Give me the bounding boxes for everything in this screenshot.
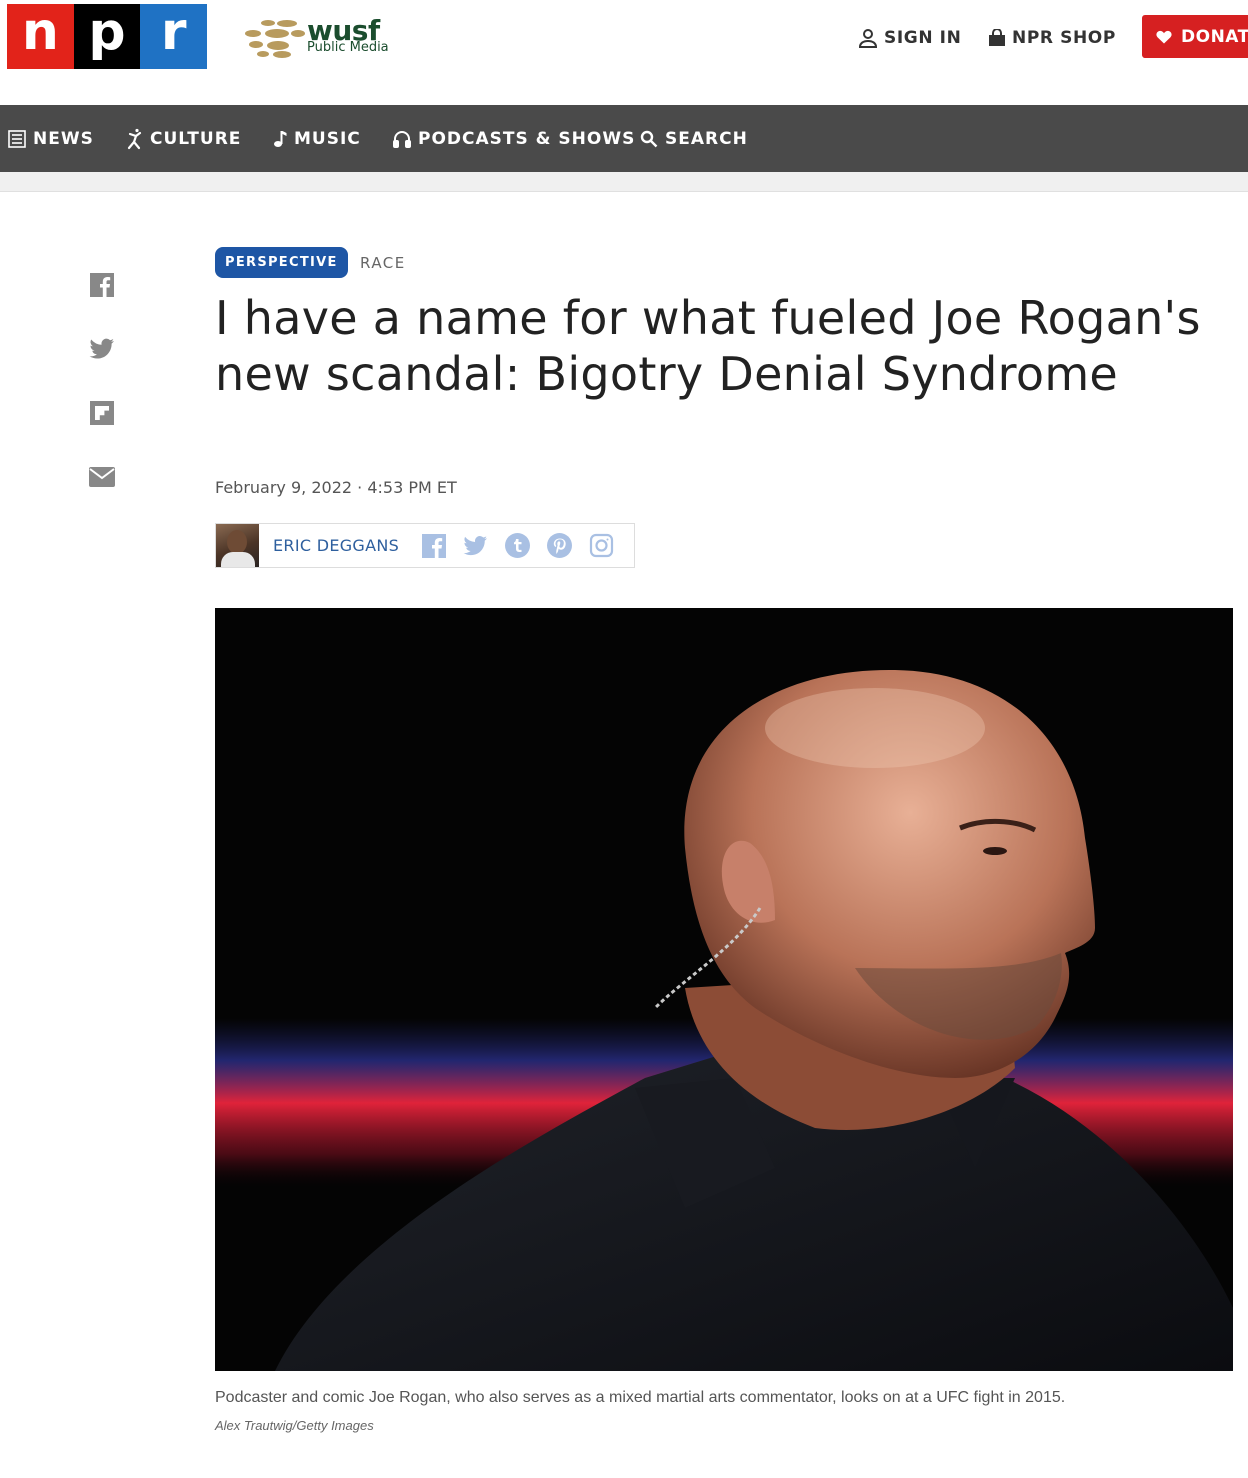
tumblr-icon — [505, 533, 531, 558]
nav-item-music[interactable]: MUSIC — [273, 105, 361, 172]
author-avatar[interactable] — [216, 524, 259, 567]
station-logo[interactable]: wusf Public Media — [243, 14, 403, 60]
news-icon — [8, 129, 26, 148]
nav-item-podcasts-shows-label: PODCASTS & SHOWS — [418, 128, 636, 149]
nav-item-search-label: SEARCH — [665, 128, 748, 149]
station-logo-subtitle: Public Media — [307, 40, 389, 55]
author-social-links — [421, 533, 614, 558]
shopping-bag-icon — [989, 29, 1005, 46]
npr-shop-link[interactable]: NPR SHOP — [988, 23, 1116, 53]
image-credit: Alex Trautwig/Getty Images — [215, 1418, 374, 1433]
main-nav: NEWS CULTURE MUSIC PODCASTS & SHOWS SEAR… — [0, 105, 1248, 172]
instagram-icon — [590, 533, 614, 558]
sign-in-link[interactable]: SIGN IN — [858, 23, 961, 53]
npr-shop-label: NPR SHOP — [1012, 28, 1116, 48]
site-header: n p r wusf Public Media SIGN IN NPR SHOP — [0, 0, 1248, 105]
flipboard-icon — [90, 401, 114, 425]
npr-logo-p: p — [73, 4, 141, 69]
nav-subbar — [0, 172, 1248, 192]
article-headline: I have a name for what fueled Joe Rogan'… — [215, 291, 1201, 401]
nav-item-news-label: NEWS — [33, 128, 94, 149]
culture-icon — [127, 128, 142, 149]
twitter-icon — [463, 535, 488, 555]
npr-logo[interactable]: n p r — [7, 4, 207, 69]
author-pinterest-link[interactable] — [547, 533, 573, 558]
author-facebook-link[interactable] — [421, 533, 446, 558]
npr-logo-n: n — [7, 4, 74, 69]
nav-item-culture-label: CULTURE — [150, 128, 242, 149]
tag-perspective[interactable]: PERSPECTIVE — [215, 247, 348, 278]
author-twitter-link[interactable] — [463, 533, 488, 558]
author-instagram-link[interactable] — [589, 533, 614, 558]
share-twitter-button[interactable] — [89, 336, 115, 362]
nav-item-culture[interactable]: CULTURE — [127, 105, 241, 172]
headphones-icon — [393, 130, 411, 148]
donate-label: DONATE — [1181, 26, 1248, 47]
lead-image[interactable] — [215, 608, 1233, 1371]
author-tumblr-link[interactable] — [505, 533, 531, 558]
author-name-link[interactable]: ERIC DEGGANS — [273, 536, 399, 555]
music-note-icon — [274, 130, 287, 147]
facebook-icon — [90, 273, 114, 297]
sign-in-label: SIGN IN — [884, 28, 962, 48]
search-icon — [640, 130, 658, 147]
tag-race[interactable]: RACE — [360, 254, 406, 272]
lead-image-illustration — [215, 608, 1233, 1371]
nav-item-podcasts-shows[interactable]: PODCASTS & SHOWS — [393, 105, 635, 172]
article-date: February 9, 2022 · 4:53 PM ET — [215, 478, 457, 497]
share-flipboard-button[interactable] — [89, 400, 115, 426]
share-facebook-button[interactable] — [89, 272, 115, 298]
npr-logo-r: r — [140, 4, 207, 69]
heart-icon — [1156, 30, 1172, 43]
email-icon — [89, 467, 115, 487]
donate-button[interactable]: DONATE — [1142, 15, 1248, 58]
facebook-icon — [421, 533, 446, 558]
author-byline: ERIC DEGGANS — [215, 523, 635, 568]
nav-item-news[interactable]: NEWS — [8, 105, 94, 172]
pinterest-icon — [547, 533, 573, 558]
nav-item-search[interactable]: SEARCH — [640, 105, 748, 172]
twitter-icon — [89, 338, 114, 359]
image-caption: Podcaster and comic Joe Rogan, who also … — [215, 1389, 1066, 1406]
user-icon — [858, 29, 878, 48]
share-email-button[interactable] — [89, 464, 115, 490]
nav-item-music-label: MUSIC — [294, 128, 361, 149]
